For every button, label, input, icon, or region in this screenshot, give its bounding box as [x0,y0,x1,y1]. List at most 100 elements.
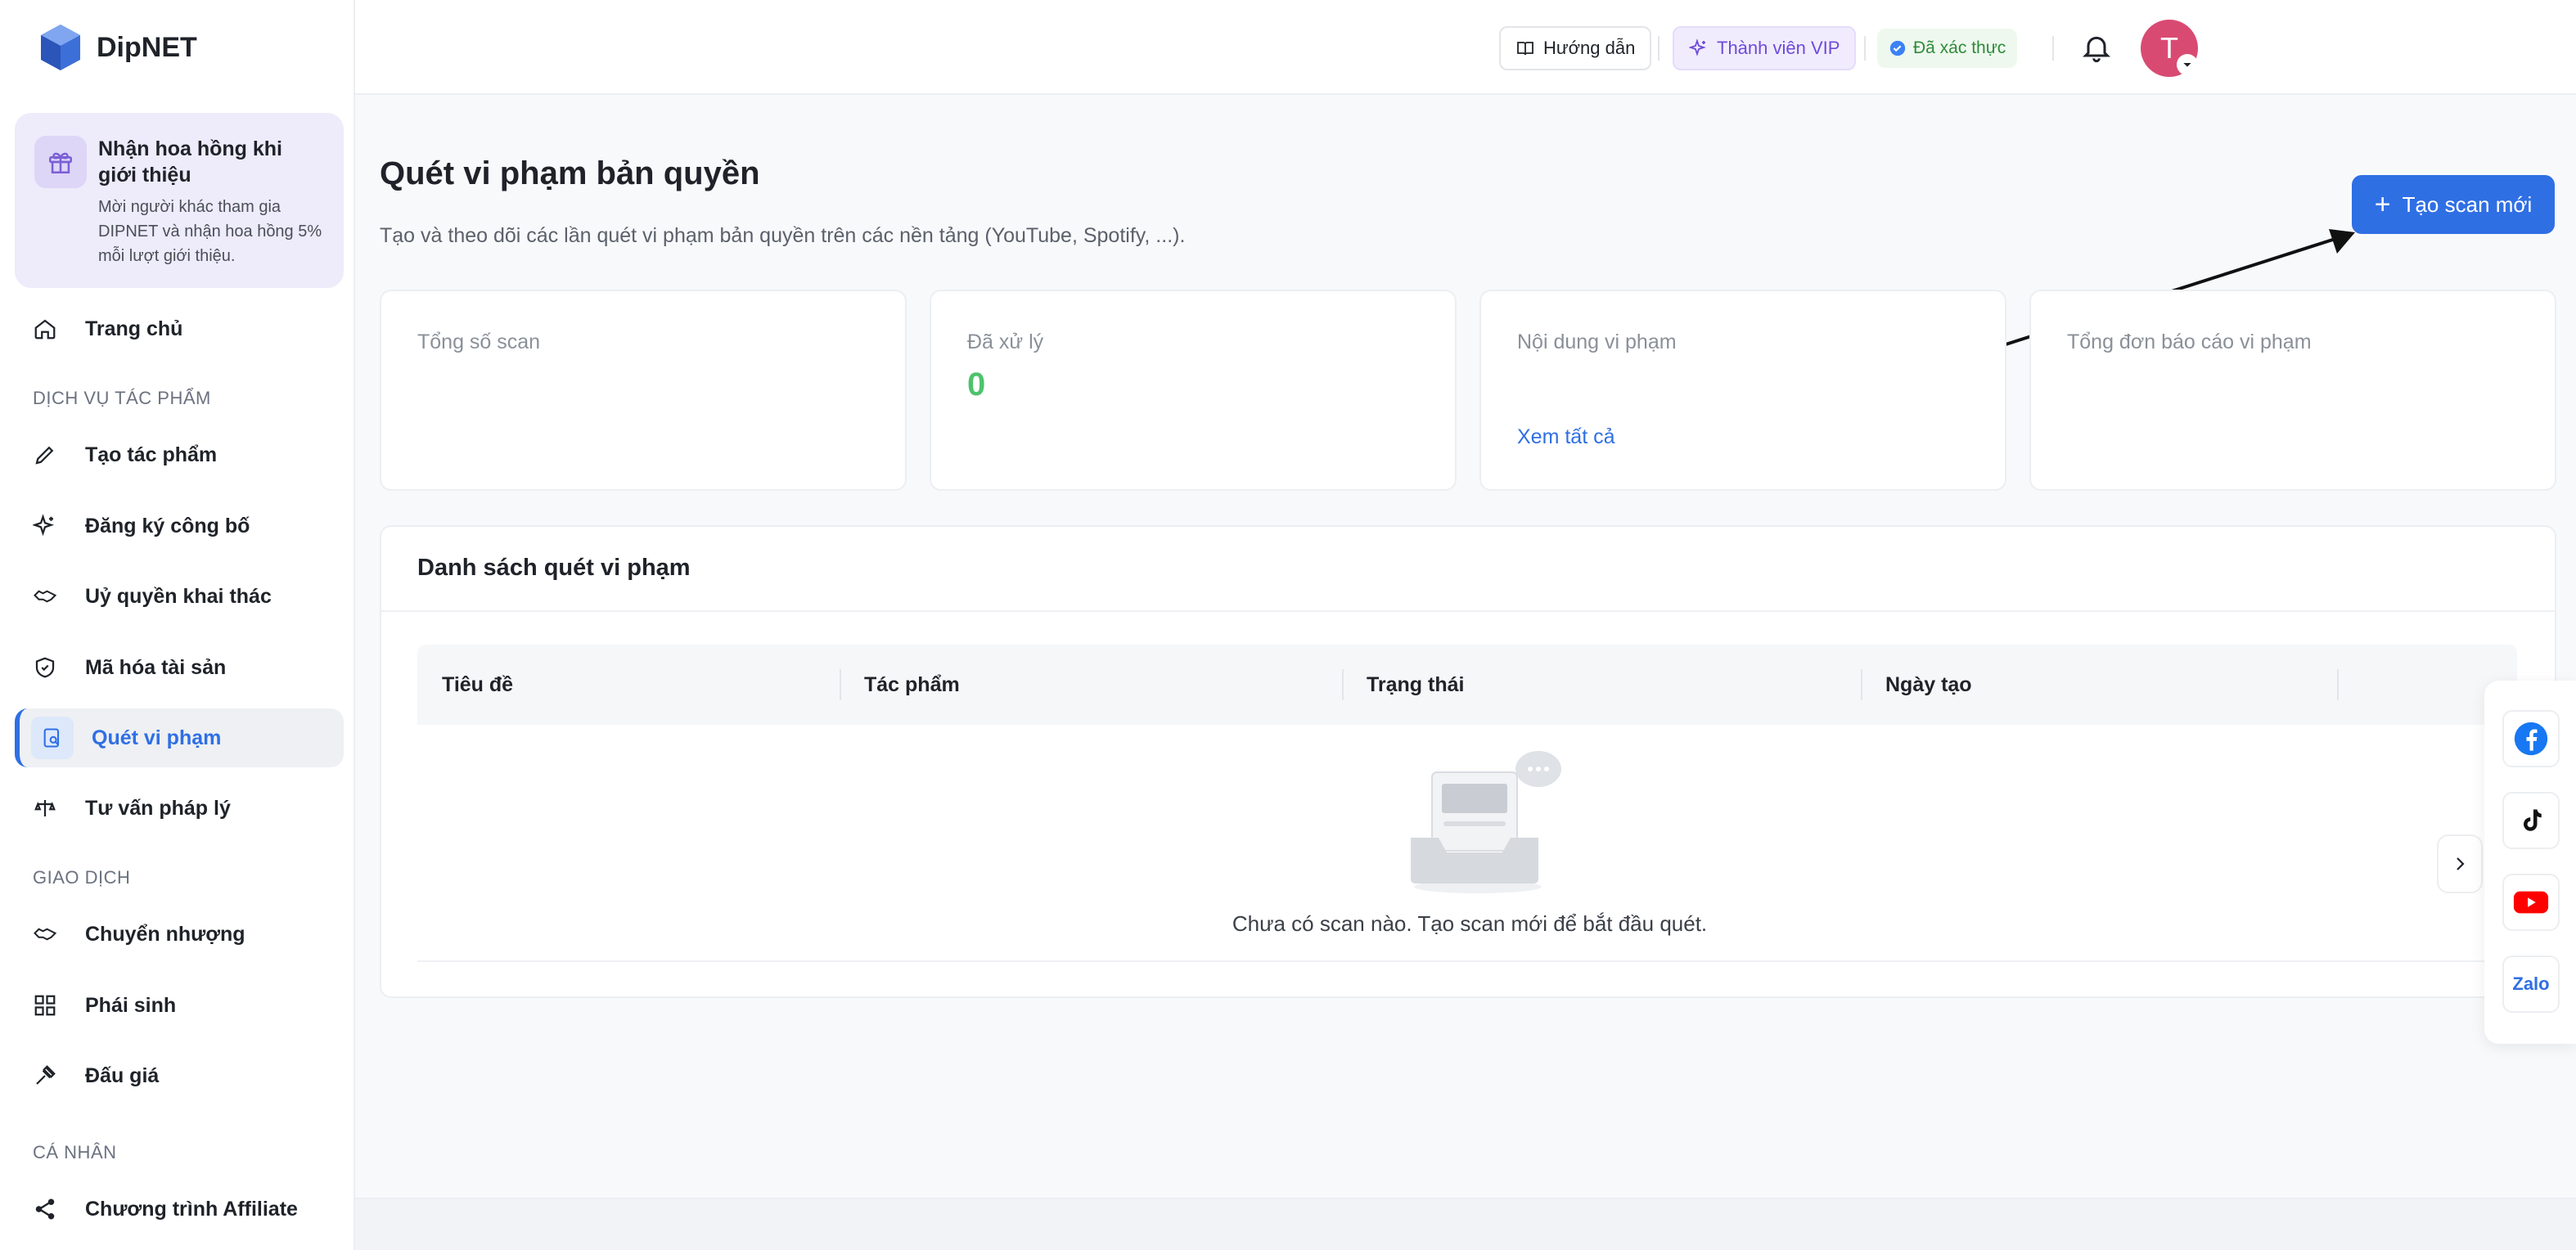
column-header-title[interactable]: Tiêu đề [442,645,513,725]
sidebar: DipNET Nhận hoa hồng khi giới thiệu Mời … [0,0,355,1250]
sidebar-item-scan[interactable]: Quét vi phạm [15,708,344,767]
facebook-icon [2514,722,2548,756]
youtube-button[interactable] [2502,874,2560,931]
sidebar-item-label: Tư vấn pháp lý [85,796,231,820]
empty-state-text: Chưa có scan nào. Tạo scan mới để bắt đầ… [1232,911,1708,936]
list-title: Danh sách quét vi phạm [417,555,691,581]
footer [355,1198,2576,1250]
column-header-status[interactable]: Trạng thái [1367,645,1464,725]
brand[interactable]: DipNET [38,23,197,72]
home-icon [31,315,59,343]
chevron-right-icon [2457,857,2465,870]
vip-button[interactable]: Thành viên VIP [1673,26,1857,70]
sidebar-item-label: Chuyển nhượng [85,922,245,946]
stat-card-total: Tổng số scan [380,290,907,491]
grid-icon [31,991,59,1019]
verified-label: Đã xác thực [1913,38,2006,57]
sidebar-item-label: Uỷ quyền khai thác [85,584,272,608]
tiktok-button[interactable] [2502,792,2560,849]
book-icon [1517,42,1533,56]
pencil-icon [31,441,59,469]
handshake-icon [31,582,59,610]
promo-description: Mời người khác tham gia DIPNET và nhận h… [98,198,322,265]
column-divider [1342,669,1344,700]
sidebar-item-label: Quét vi phạm [92,726,222,749]
top-header [355,0,2576,95]
social-links-panel: Zalo [2484,681,2576,1044]
vip-label: Thành viên VIP [1717,38,1840,58]
stat-card-processed: Đã xử lý 0 [930,290,1457,491]
referral-promo-card[interactable]: Nhận hoa hồng khi giới thiệu Mời người k… [15,113,344,288]
stat-card-violations: Nội dung vi phạm Xem tất cả [1479,290,2006,491]
sidebar-item-auction[interactable]: Đấu giá [15,1046,344,1105]
promo-title: Nhận hoa hồng khi giới thiệu [98,137,282,187]
verified-check-icon [1889,40,1906,56]
page-description: Tạo và theo dõi các lần quét vi phạm bản… [380,224,1186,247]
chevron-down-icon[interactable] [2177,54,2198,75]
section-title-trading: GIAO DỊCH [33,867,131,888]
zalo-button[interactable]: Zalo [2502,955,2560,1013]
stat-value: 0 [967,366,986,402]
page-title: Quét vi phạm bản quyền [380,155,760,191]
handshake-icon [31,920,59,948]
stat-card-reports: Tổng đơn báo cáo vi phạm [2029,290,2556,491]
column-divider [2337,669,2339,700]
sidebar-item-license[interactable]: Uỷ quyền khai thác [15,567,344,626]
stat-label: Tổng số scan [417,330,541,353]
view-all-link[interactable]: Xem tất cả [1517,425,1615,449]
sidebar-item-label: Đấu giá [85,1063,160,1087]
sidebar-item-label: Tạo tác phẩm [85,443,218,466]
shield-check-icon [31,654,59,681]
sidebar-item-derivative[interactable]: Phái sinh [15,976,344,1035]
guide-button[interactable]: Hướng dẫn [1499,26,1652,70]
sparkle-icon [1689,38,1706,56]
scroll-right-button[interactable] [2437,834,2483,893]
sidebar-item-legal[interactable]: Tư vấn pháp lý [15,779,344,838]
stat-label: Đã xử lý [967,330,1044,353]
column-header-created[interactable]: Ngày tạo [1885,645,1972,725]
divider [417,960,2517,962]
facebook-button[interactable] [2502,710,2560,767]
avatar-initial: T [2160,31,2178,65]
create-scan-button[interactable]: + Tạo scan mới [2352,175,2555,234]
gift-icon [34,136,87,188]
gavel-icon [31,1062,59,1090]
scale-icon [31,794,59,822]
header-divider [2052,36,2054,61]
sidebar-item-label: Trang chủ [85,317,183,340]
table-header: Tiêu đề Tác phẩm Trạng thái Ngày tạo [417,645,2517,725]
sidebar-item-home[interactable]: Trang chủ [15,299,344,358]
sidebar-item-label: Phái sinh [85,993,177,1017]
youtube-icon [2513,891,2549,914]
divider [381,610,2555,612]
sidebar-item-transfer[interactable]: Chuyển nhượng [15,905,344,964]
sidebar-item-affiliate[interactable]: Chương trình Affiliate [15,1180,344,1239]
brand-name: DipNET [97,31,197,63]
bell-icon[interactable] [2080,31,2113,64]
scan-list-card: Danh sách quét vi phạm Tiêu đề Tác phẩm … [380,525,2556,998]
document-search-icon [31,717,74,759]
column-header-work[interactable]: Tác phẩm [864,645,960,725]
create-scan-label: Tạo scan mới [2402,191,2533,217]
stat-label: Tổng đơn báo cáo vi phạm [2067,330,2312,353]
sparkle-icon [31,512,59,540]
sidebar-item-encrypt[interactable]: Mã hóa tài sản [15,638,344,697]
guide-label: Hướng dẫn [1543,38,1636,58]
header-divider [1864,36,1866,61]
section-title-services: DỊCH VỤ TÁC PHẨM [33,388,211,408]
dipnet-logo-icon [41,25,80,70]
verified-badge: Đã xác thực [1877,29,2018,68]
sidebar-item-label: Chương trình Affiliate [85,1197,298,1221]
plus-icon: + [2374,189,2391,220]
column-divider [840,669,841,700]
stat-label: Nội dung vi phạm [1517,330,1677,353]
zalo-icon: Zalo [2512,973,2550,994]
sidebar-item-label: Đăng ký công bố [85,514,250,537]
sidebar-item-register[interactable]: Đăng ký công bố [15,497,344,555]
sidebar-item-create[interactable]: Tạo tác phẩm [15,425,344,484]
header-divider [1658,36,1660,61]
empty-inbox-icon [1411,751,1561,893]
share-icon [31,1195,59,1223]
section-title-personal: CÁ NHÂN [33,1142,117,1162]
tiktok-icon [2524,809,2542,831]
